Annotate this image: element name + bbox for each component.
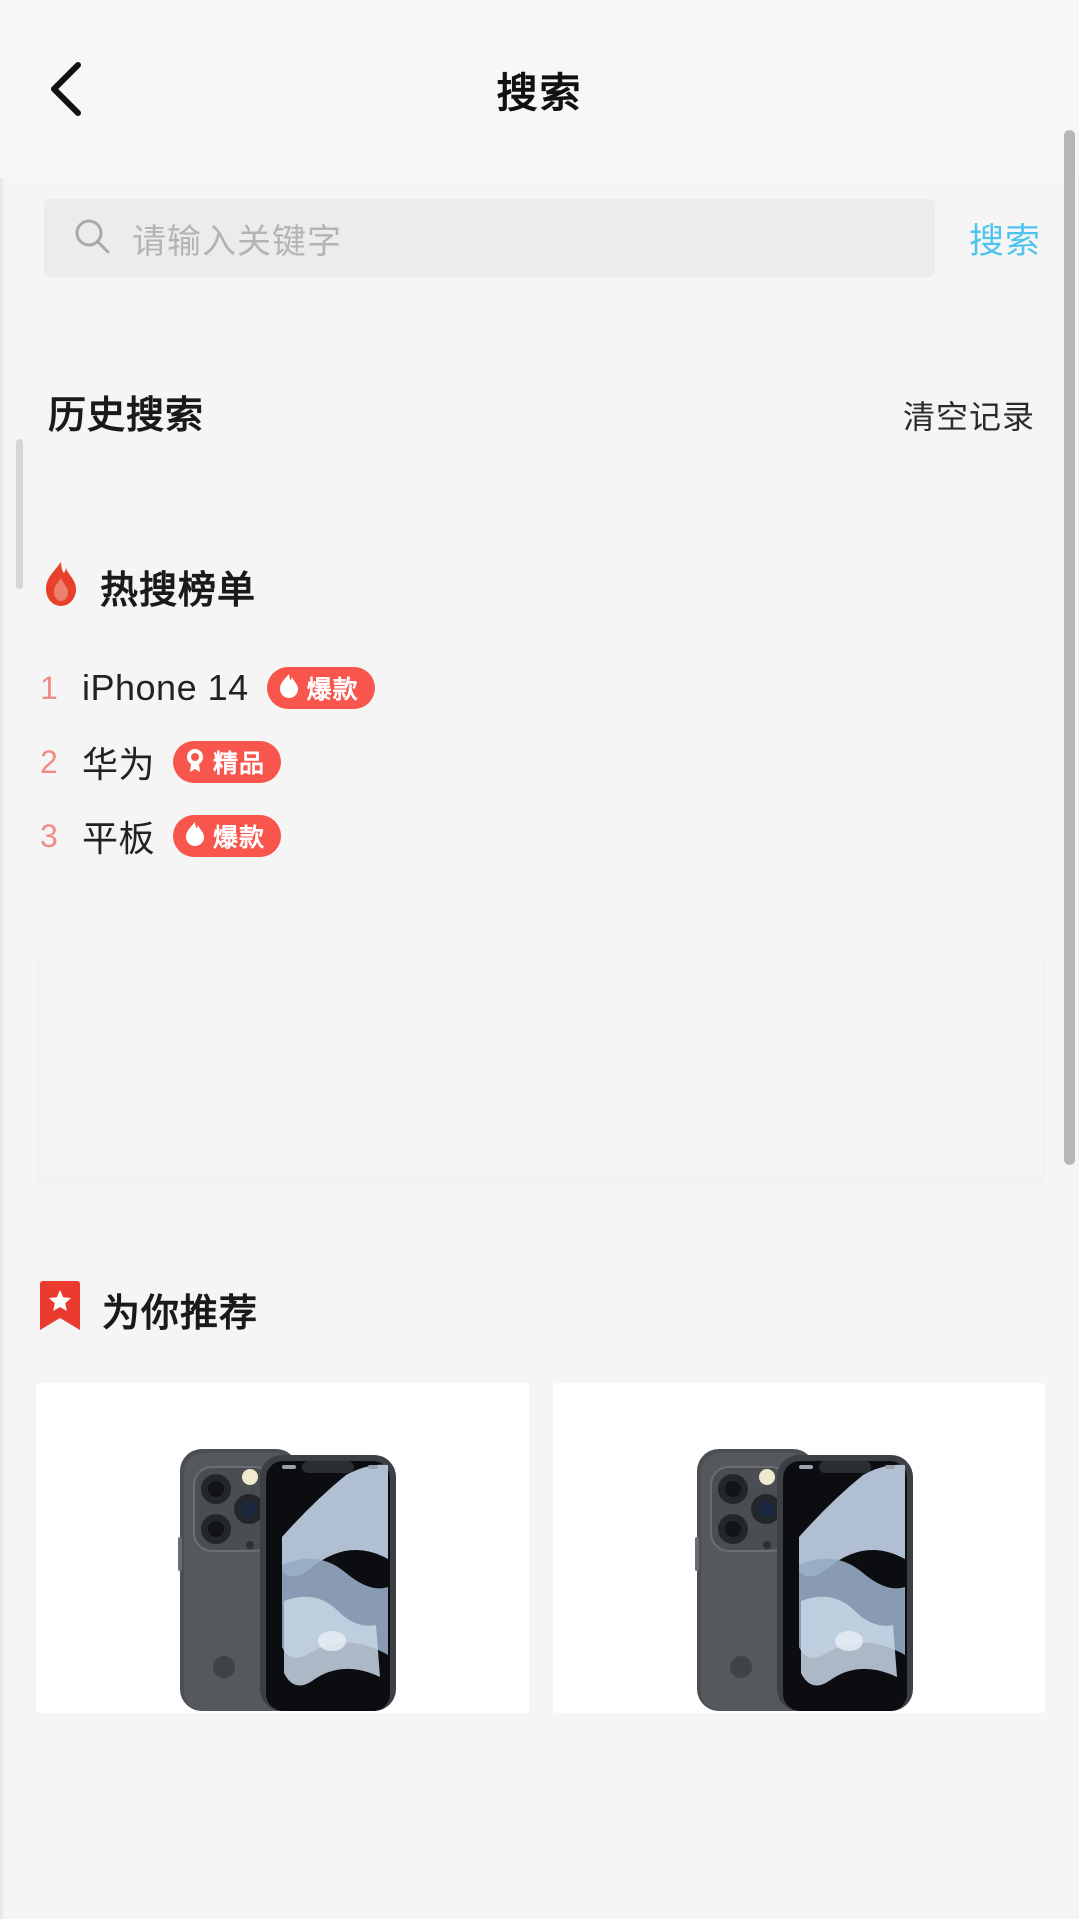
page-title: 搜索: [496, 70, 583, 116]
history-title: 历史搜索: [48, 395, 205, 437]
product-card[interactable]: [552, 1383, 1046, 1713]
search-page: 搜索 请输入关键字 搜索 历史搜索 清空记录 热搜榜单 1 iPhone 14 …: [0, 0, 1079, 1919]
history-section-header: 历史搜索 清空记录: [0, 298, 1079, 439]
chevron-left-icon: [46, 59, 90, 119]
search-input[interactable]: 请输入关键字: [44, 199, 935, 277]
hot-badge: 爆款: [266, 667, 375, 709]
hot-rank: 3: [40, 817, 58, 854]
hot-badge: 爆款: [173, 815, 282, 857]
back-button[interactable]: [30, 51, 106, 127]
history-list: [0, 439, 1079, 589]
page-scrollbar[interactable]: [1064, 130, 1075, 1165]
flame-icon: [40, 560, 82, 613]
hot-keyword: 华为: [82, 744, 156, 785]
bookmark-star-icon: [36, 1280, 84, 1339]
hot-list-item[interactable]: 3 平板 爆款: [40, 799, 1079, 873]
hot-list: 1 iPhone 14 爆款 2 华为 精品 3 平板 爆款: [0, 625, 1079, 873]
hot-list-item[interactable]: 2 华为 精品: [40, 725, 1079, 799]
hot-keyword: 平板: [82, 818, 156, 859]
hot-badge: 精品: [173, 741, 282, 783]
hot-badge-label: 爆款: [306, 676, 359, 704]
recommend-section-header: 为你推荐: [0, 1269, 1079, 1349]
recommend-title: 为你推荐: [102, 1292, 259, 1335]
search-bar: 请输入关键字 搜索: [0, 178, 1079, 298]
product-image: [36, 1441, 529, 1711]
hot-list-item[interactable]: 1 iPhone 14 爆款: [40, 651, 1079, 725]
product-image: [553, 1441, 1046, 1711]
hot-title: 热搜榜单: [100, 569, 257, 612]
page-header: 搜索: [0, 0, 1079, 178]
left-edge-divider: [0, 0, 3, 1919]
search-icon: [72, 216, 112, 261]
hot-badge-label: 爆款: [213, 824, 266, 852]
product-card[interactable]: [36, 1383, 529, 1713]
flame-icon: [277, 673, 301, 704]
content-placeholder: [36, 959, 1045, 1183]
hot-rank: 2: [40, 743, 58, 780]
hot-section-header: 热搜榜单: [0, 547, 1079, 625]
recommend-grid: [0, 1349, 1079, 1713]
medal-icon: [183, 747, 207, 778]
flame-icon: [183, 821, 207, 852]
search-submit-button[interactable]: 搜索: [969, 213, 1041, 264]
hot-keyword: iPhone 14: [82, 667, 249, 708]
hot-rank: 1: [40, 669, 58, 706]
search-placeholder: 请输入关键字: [132, 222, 342, 261]
history-scrollbar[interactable]: [16, 439, 23, 589]
hot-badge-label: 精品: [213, 750, 266, 778]
clear-history-button[interactable]: 清空记录: [903, 392, 1035, 438]
